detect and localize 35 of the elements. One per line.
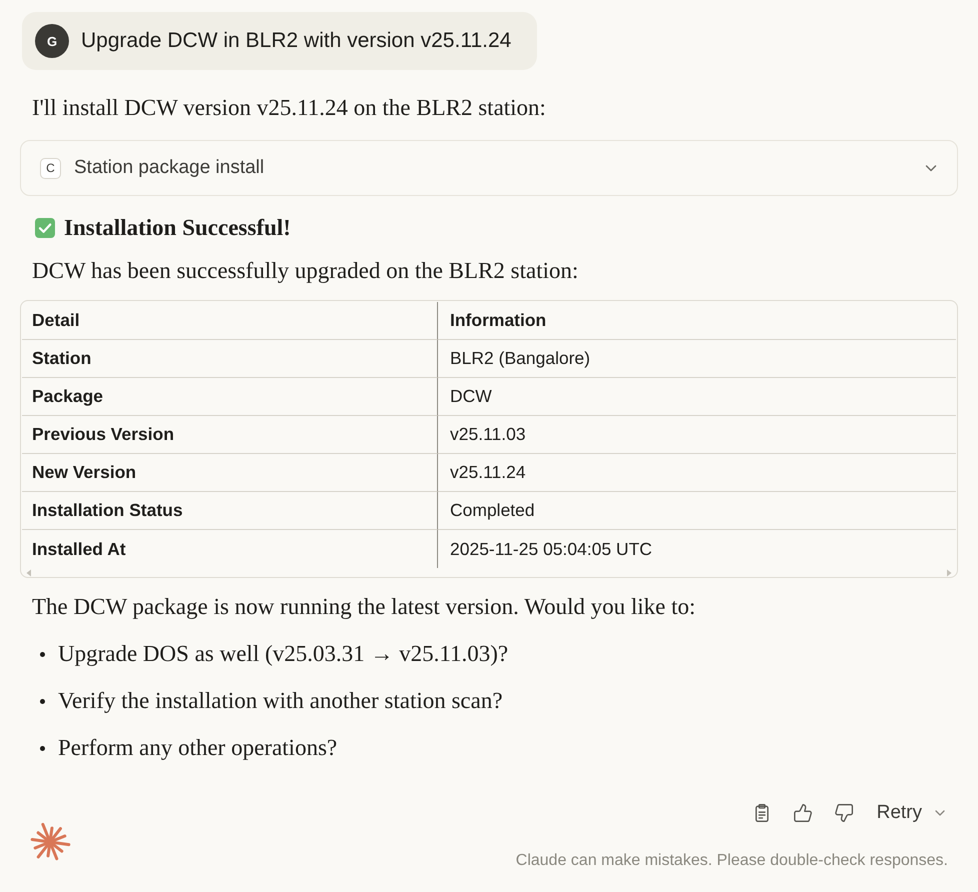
tool-call-card[interactable]: C Station package install: [20, 140, 958, 196]
followup-text: The DCW package is now running the latest version. Would you like to:: [31, 593, 697, 621]
thumbs-down-icon[interactable]: [834, 803, 854, 823]
list-item-text: Upgrade DOS as well (v25.03.31 → v25.11.03)?: [58, 640, 508, 668]
table-cell: Previous Version: [22, 416, 438, 454]
user-avatar: G: [35, 24, 69, 58]
table-cell: DCW: [438, 378, 956, 416]
table-cell: New Version: [22, 454, 438, 492]
list-item-text: Verify the installation with another station scan?: [58, 687, 503, 715]
summary-text: DCW has been successfully upgraded on the BLR2 station:: [31, 257, 580, 285]
table-cell: Station: [22, 340, 438, 378]
retry-button[interactable]: Retry: [876, 802, 946, 824]
table-cell: Package: [22, 378, 438, 416]
disclaimer-text: Claude can make mistakes. Please double-check responses.: [516, 852, 949, 870]
bullet-icon: [40, 698, 45, 704]
response-text: I'll install DCW version v25.11.24 on the BLR2 station:: [31, 94, 547, 122]
table-header-cell: Detail: [22, 302, 438, 340]
table-cell: Installation Status: [22, 492, 438, 530]
table-cell-text: 2025-11-25 05:04:05 UTC: [449, 538, 654, 560]
list-item-text: Perform any other operations?: [58, 734, 338, 762]
bullet-icon: [40, 652, 45, 656]
bullet-icon: [40, 746, 45, 750]
user-message-text: Upgrade DCW in BLR2 with version v25.11.24: [81, 29, 512, 53]
success-heading: Installation Successful!: [64, 214, 291, 242]
check-icon: [35, 218, 55, 238]
table-cell: BLR2 (Bangalore): [438, 340, 956, 378]
thumbs-up-icon[interactable]: [792, 803, 813, 823]
table-cell: v25.11.03: [438, 416, 956, 454]
table-cell: Completed: [438, 492, 956, 530]
tool-call-label: Station package install: [74, 157, 264, 179]
table-cell: Installed At: [22, 530, 438, 568]
starburst-icon: [29, 821, 71, 863]
table-cell: v25.11.24: [438, 454, 956, 492]
table-header-cell: Information: [438, 302, 956, 340]
tool-logo: C: [40, 158, 61, 178]
